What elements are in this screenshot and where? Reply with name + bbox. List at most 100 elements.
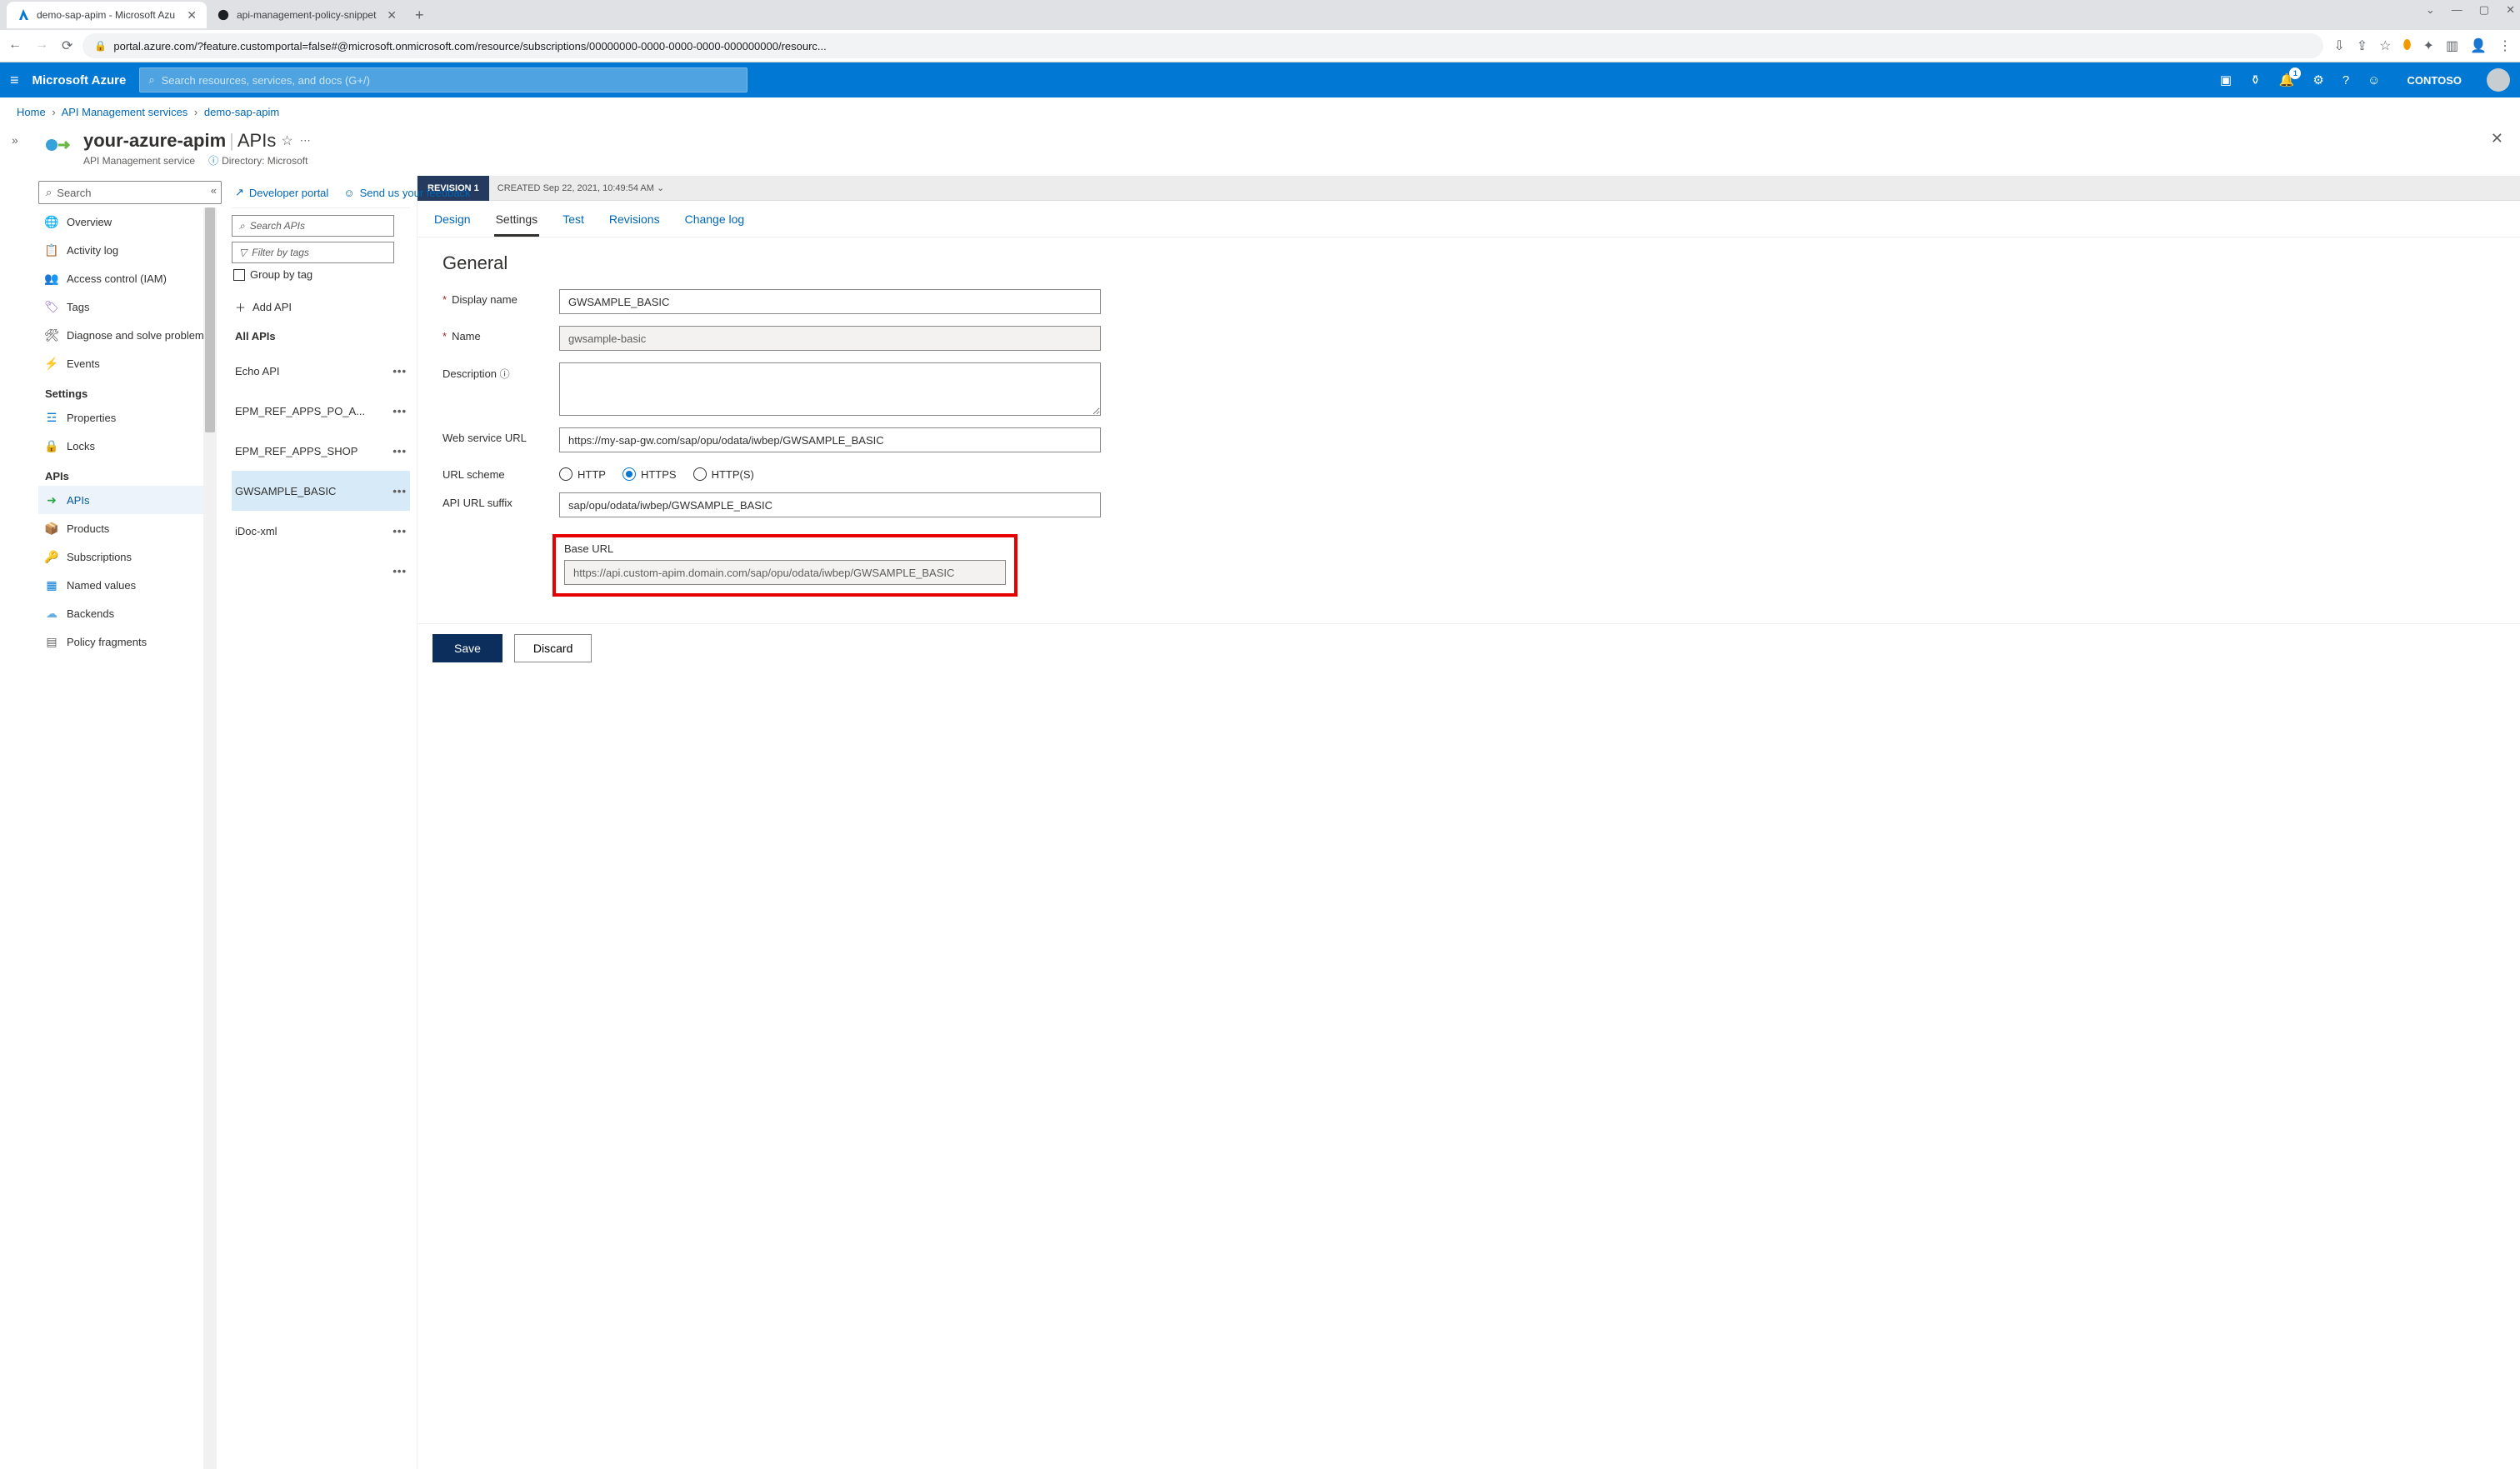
api-filter-input[interactable]: ▽Filter by tags	[232, 242, 394, 263]
info-icon[interactable]: ⓘ	[500, 368, 510, 380]
api-item-selected[interactable]: GWSAMPLE_BASIC•••	[232, 471, 410, 511]
feedback-link[interactable]: ☺Send us your feedback	[343, 187, 470, 199]
tab-revisions[interactable]: Revisions	[608, 207, 662, 237]
address-bar[interactable]: 🔒 portal.azure.com/?feature.customportal…	[82, 33, 2323, 58]
api-item[interactable]: iDoc-xml•••	[232, 511, 410, 551]
description-input[interactable]	[559, 362, 1101, 416]
revision-meta[interactable]: CREATED Sep 22, 2021, 10:49:54 AM ⌄	[489, 182, 672, 193]
breadcrumb-service[interactable]: API Management services	[62, 106, 188, 118]
cloud-shell-icon[interactable]: ▣	[2220, 72, 2232, 87]
developer-portal-link[interactable]: ↗Developer portal	[235, 186, 328, 199]
display-name-input[interactable]	[559, 289, 1101, 314]
close-window-icon[interactable]: ✕	[2506, 3, 2515, 17]
more-icon[interactable]: •••	[392, 525, 407, 537]
tab-settings[interactable]: Settings	[494, 207, 540, 237]
filter-icon[interactable]: ⚱	[2250, 72, 2261, 87]
api-item[interactable]: •••	[232, 551, 410, 591]
tab-change-log[interactable]: Change log	[683, 207, 747, 237]
sidebar-item-apis[interactable]: ➜APIs	[38, 486, 217, 514]
breadcrumb-resource[interactable]: demo-sap-apim	[204, 106, 279, 118]
api-item[interactable]: EPM_REF_APPS_SHOP•••	[232, 431, 410, 471]
browser-tab-inactive[interactable]: api-management-policy-snippet ✕	[207, 2, 407, 28]
all-apis-heading[interactable]: All APIs	[232, 322, 410, 351]
azure-search[interactable]: ⌕ Search resources, services, and docs (…	[139, 67, 748, 92]
more-icon[interactable]: •••	[392, 365, 407, 377]
more-icon[interactable]: •••	[392, 485, 407, 497]
close-tab-icon[interactable]: ✕	[387, 8, 397, 22]
api-url-suffix-input[interactable]	[559, 492, 1101, 517]
scrollbar-thumb[interactable]	[205, 207, 215, 432]
notifications-icon[interactable]: 🔔	[2279, 72, 2295, 87]
radio-https[interactable]: HTTPS	[622, 467, 677, 481]
api-item[interactable]: Echo API•••	[232, 351, 410, 391]
help-icon[interactable]: ?	[2342, 73, 2349, 87]
extension-icon[interactable]: ⬮	[2402, 38, 2411, 53]
sidebar-item-events[interactable]: ⚡Events	[38, 349, 217, 377]
more-actions-icon[interactable]: ⋯	[300, 134, 311, 147]
sidebar-search[interactable]: ⌕ Search	[38, 181, 222, 204]
sidebar-item-policy-fragments[interactable]: ▤Policy fragments	[38, 627, 217, 656]
share-icon[interactable]: ⇪	[2357, 37, 2368, 54]
sidebar-item-tags[interactable]: 🏷Tags	[38, 292, 217, 321]
azure-brand[interactable]: Microsoft Azure	[32, 73, 127, 87]
collapse-icon[interactable]: «	[211, 184, 217, 197]
group-label: Group by tag	[250, 268, 312, 281]
chevron-down-icon[interactable]: ⌄	[2426, 3, 2435, 17]
bookmark-icon[interactable]: ☆	[2379, 37, 2391, 54]
sidebar-item-label: Properties	[67, 412, 116, 424]
favorite-icon[interactable]: ☆	[281, 132, 292, 149]
breadcrumb-home[interactable]: Home	[17, 106, 46, 118]
more-icon[interactable]: •••	[392, 445, 407, 457]
forward-icon[interactable]: →	[35, 37, 48, 54]
tab-design[interactable]: Design	[432, 207, 472, 237]
more-icon[interactable]: •••	[392, 565, 407, 577]
puzzle-icon[interactable]: ✦	[2423, 37, 2434, 54]
sidebar-item-backends[interactable]: ☁Backends	[38, 599, 217, 627]
install-icon[interactable]: ⇩	[2333, 37, 2344, 54]
sidebar-item-products[interactable]: 📦Products	[38, 514, 217, 542]
back-icon[interactable]: ←	[8, 37, 22, 54]
web-service-url-input[interactable]	[559, 427, 1101, 452]
close-blade-icon[interactable]: ✕	[2491, 130, 2503, 147]
hamburger-icon[interactable]: ≡	[10, 72, 19, 89]
sidebar-item-named-values[interactable]: ▦Named values	[38, 571, 217, 599]
browser-tab-active[interactable]: demo-sap-apim - Microsoft Azu ✕	[7, 2, 207, 28]
tab-test[interactable]: Test	[561, 207, 586, 237]
radio-https-both[interactable]: HTTP(S)	[693, 467, 754, 481]
reload-icon[interactable]: ⟳	[62, 37, 72, 54]
maximize-icon[interactable]: ▢	[2479, 3, 2489, 17]
add-api-label: Add API	[252, 301, 292, 313]
group-by-tag-checkbox[interactable]: Group by tag	[233, 268, 410, 281]
row-base-url: Base URL	[442, 529, 2495, 597]
scrollbar-track[interactable]	[203, 207, 217, 1469]
sidebar-item-locks[interactable]: 🔒Locks	[38, 432, 217, 460]
sidebar-item-subscriptions[interactable]: 🔑Subscriptions	[38, 542, 217, 571]
sidebar-item-overview[interactable]: 🌐Overview	[38, 207, 217, 236]
label-web-service-url: Web service URL	[442, 427, 559, 444]
api-search-input[interactable]: ⌕Search APIs	[232, 215, 394, 237]
more-icon[interactable]: ⋮	[2498, 37, 2512, 54]
sidebar-item-diagnose[interactable]: 🛠Diagnose and solve problems	[38, 321, 217, 349]
row-url-scheme: URL scheme HTTP HTTPS HTTP(S)	[442, 464, 2495, 481]
save-button[interactable]: Save	[432, 634, 502, 662]
sidebar-item-properties[interactable]: ☲Properties	[38, 403, 217, 432]
api-item[interactable]: EPM_REF_APPS_PO_A...•••	[232, 391, 410, 431]
more-icon[interactable]: •••	[392, 405, 407, 417]
sidebar-item-activity-log[interactable]: 📋Activity log	[38, 236, 217, 264]
minimize-icon[interactable]: —	[2452, 3, 2462, 17]
sidepanel-icon[interactable]: ▥	[2446, 37, 2458, 54]
add-api-button[interactable]: ＋Add API	[232, 292, 410, 322]
profile-icon[interactable]: 👤	[2470, 37, 2487, 54]
settings-icon[interactable]: ⚙	[2312, 72, 2323, 87]
discard-button[interactable]: Discard	[514, 634, 592, 662]
feedback-icon[interactable]: ☺	[2368, 73, 2380, 87]
new-tab-button[interactable]: +	[407, 7, 432, 24]
sidebar-item-iam[interactable]: 👥Access control (IAM)	[38, 264, 217, 292]
expand-icon[interactable]: »	[12, 133, 18, 147]
close-tab-icon[interactable]: ✕	[187, 8, 197, 22]
external-link-icon: ↗	[235, 186, 244, 199]
checkbox-icon	[233, 269, 245, 281]
radio-http[interactable]: HTTP	[559, 467, 606, 481]
tenant-label[interactable]: CONTOSO	[2408, 74, 2462, 87]
avatar[interactable]	[2487, 68, 2510, 92]
